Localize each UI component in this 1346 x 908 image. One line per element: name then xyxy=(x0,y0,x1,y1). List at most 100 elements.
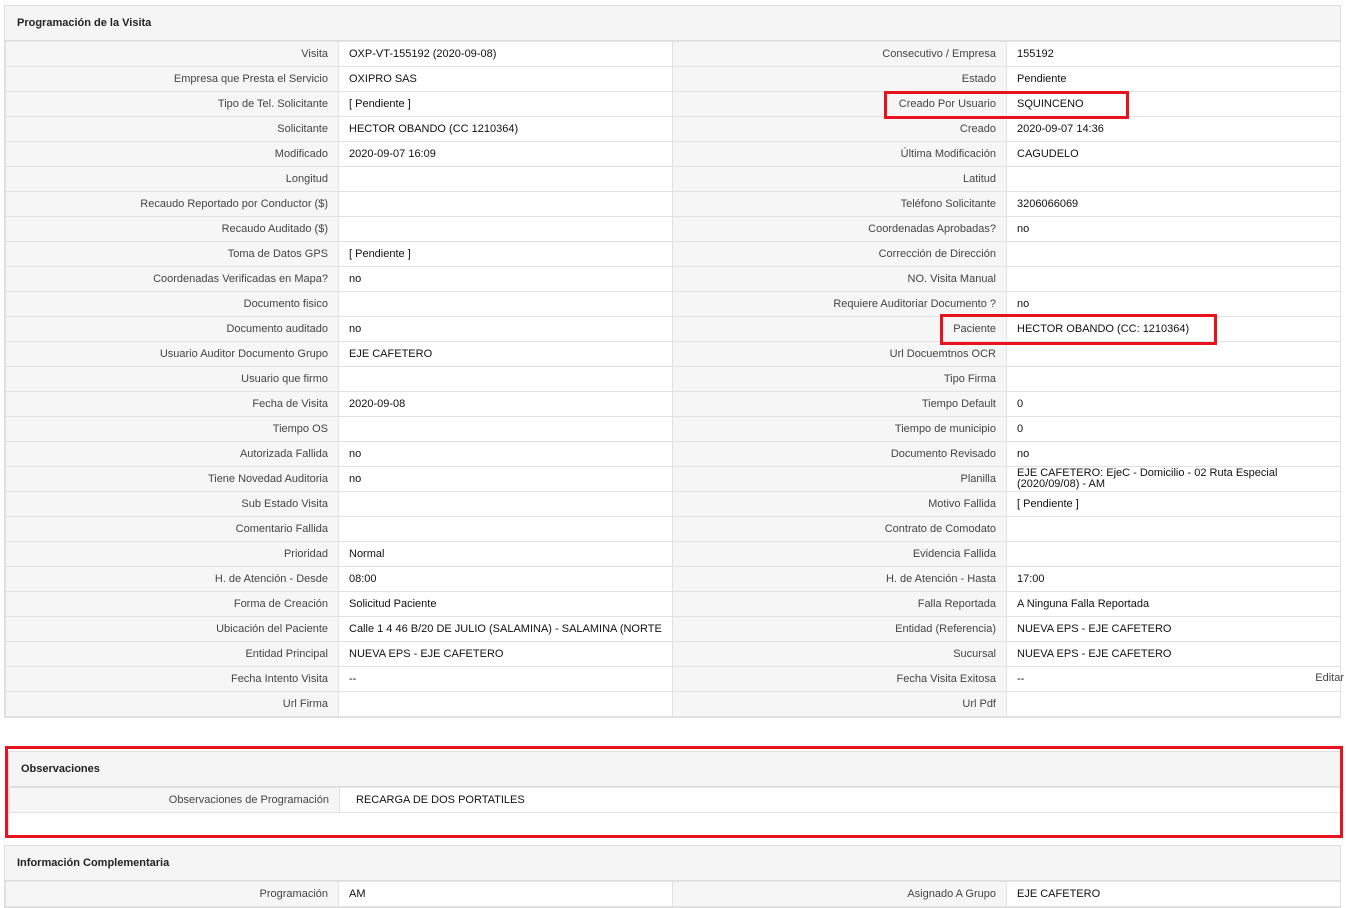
field-label: Prioridad xyxy=(5,541,339,567)
field-label: Motivo Fallida xyxy=(672,491,1007,517)
field-value: HECTOR OBANDO (CC: 1210364) xyxy=(1006,316,1341,342)
field-label: Longitud xyxy=(5,166,339,192)
field-value: [ Pendiente ] xyxy=(338,241,673,267)
field-value: Calle 1 4 46 B/20 DE JULIO (SALAMINA) - … xyxy=(338,616,673,642)
programacion-row: Empresa que Presta el Servicio OXIPRO SAS… xyxy=(5,66,1341,92)
field-label: Comentario Fallida xyxy=(5,516,339,542)
field-value: OXP-VT-155192 (2020-09-08) xyxy=(338,41,673,67)
field-value xyxy=(338,491,673,517)
field-label: Falla Reportada xyxy=(672,591,1007,617)
field-label: Entidad (Referencia) xyxy=(672,616,1007,642)
programacion-panel: Programación de la Visita Visita OXP-VT-1… xyxy=(4,5,1341,718)
field-value xyxy=(1006,241,1341,267)
field-value: [ Pendiente ] xyxy=(338,91,673,117)
observaciones-title: Observaciones xyxy=(9,752,1341,787)
field-value xyxy=(338,291,673,317)
programacion-row: Sub Estado Visita Motivo Fallida[ Pendien… xyxy=(5,491,1341,517)
field-value: Pendiente xyxy=(1006,66,1341,92)
field-value: 2020-09-07 14:36 xyxy=(1006,116,1341,142)
field-label: Tiempo Default xyxy=(672,391,1007,417)
field-value: 2020-09-08 xyxy=(338,391,673,417)
field-value xyxy=(338,366,673,392)
field-value: Solicitud Paciente xyxy=(338,591,673,617)
field-value: 08:00 xyxy=(338,566,673,592)
programacion-row: Recaudo Reportado por Conductor ($) Teléf… xyxy=(5,191,1341,217)
programacion-row: Recaudo Auditado ($) Coordenadas Aprobada… xyxy=(5,216,1341,242)
field-value xyxy=(1006,366,1341,392)
field-label: H. de Atención - Desde xyxy=(5,566,339,592)
field-value: HECTOR OBANDO (CC 1210364) xyxy=(338,116,673,142)
programacion-row: Fecha Intento Visita -- Fecha Visita Exit… xyxy=(5,666,1341,692)
field-value: no xyxy=(1006,291,1341,317)
field-value: no xyxy=(1006,216,1341,242)
field-label: Autorizada Fallida xyxy=(5,441,339,467)
field-value: SQUINCENO xyxy=(1006,91,1341,117)
field-label: Toma de Datos GPS xyxy=(5,241,339,267)
field-label: NO. Visita Manual xyxy=(672,266,1007,292)
field-label: Url Pdf xyxy=(672,691,1007,717)
field-label: Fecha Visita Exitosa xyxy=(672,666,1007,692)
field-value: -- xyxy=(338,666,673,692)
field-label: Forma de Creación xyxy=(5,591,339,617)
field-value: NUEVA EPS - EJE CAFETERO xyxy=(1006,616,1341,642)
field-value: AM xyxy=(338,881,673,907)
field-value: 2020-09-07 16:09 xyxy=(338,141,673,167)
edit-link[interactable]: Editar xyxy=(1315,672,1344,684)
field-label: Url Docuemtnos OCR xyxy=(672,341,1007,367)
field-value: 0 xyxy=(1006,416,1341,442)
field-label: Visita xyxy=(5,41,339,67)
field-value: 155192 xyxy=(1006,41,1341,67)
field-label: Paciente xyxy=(672,316,1007,342)
programacion-row: Tiempo OS Tiempo de municipio 0 xyxy=(5,416,1341,442)
field-label: Requiere Auditoriar Documento ? xyxy=(672,291,1007,317)
field-label: Url Firma xyxy=(5,691,339,717)
field-value: no xyxy=(338,266,673,292)
field-value: no xyxy=(1006,441,1341,467)
field-label: Documento Revisado xyxy=(672,441,1007,467)
programacion-row: Usuario que firmo Tipo Firma xyxy=(5,366,1341,392)
observaciones-label: Observaciones de Programación xyxy=(9,787,340,813)
programacion-row: Modificado 2020-09-07 16:09 Última Modific… xyxy=(5,141,1341,167)
field-label: Solicitante xyxy=(5,116,339,142)
field-value: NUEVA EPS - EJE CAFETERO xyxy=(1006,641,1341,667)
programacion-table: Visita OXP-VT-155192 (2020-09-08) Consecut… xyxy=(5,41,1341,717)
programacion-row: Visita OXP-VT-155192 (2020-09-08) Consecut… xyxy=(5,41,1341,67)
field-label: Tiempo de municipio xyxy=(672,416,1007,442)
field-label: Usuario Auditor Documento Grupo xyxy=(5,341,339,367)
field-label: Tipo de Tel. Solicitante xyxy=(5,91,339,117)
field-label: Sub Estado Visita xyxy=(5,491,339,517)
programacion-row: Entidad Principal NUEVA EPS - EJE CAFETER… xyxy=(5,641,1341,667)
field-value xyxy=(338,416,673,442)
programacion-row: Tipo de Tel. Solicitante[ Pendiente ] Cre… xyxy=(5,91,1341,117)
field-label: Teléfono Solicitante xyxy=(672,191,1007,217)
field-value xyxy=(1006,541,1341,567)
field-value: CAGUDELO xyxy=(1006,141,1341,167)
field-label: Creado xyxy=(672,116,1007,142)
field-label: Fecha Intento Visita xyxy=(5,666,339,692)
field-label: Tiene Novedad Auditoria xyxy=(5,466,339,492)
programacion-row: Documento auditado no Paciente HECTOR OBAN… xyxy=(5,316,1341,342)
field-value xyxy=(338,691,673,717)
programacion-row: Usuario Auditor Documento Grupo EJE CAFET… xyxy=(5,341,1341,367)
field-label: Tiempo OS xyxy=(5,416,339,442)
programacion-row: Tiene Novedad Auditoria no Planilla EJE CA… xyxy=(5,466,1341,492)
field-label: Latitud xyxy=(672,166,1007,192)
field-value xyxy=(338,166,673,192)
field-label: Última Modificación xyxy=(672,141,1007,167)
field-label: Tipo Firma xyxy=(672,366,1007,392)
complementaria-table: Programación AM Asignado A Grupo EJE CAFETE… xyxy=(5,881,1341,907)
field-value xyxy=(1006,691,1341,717)
programacion-row: Comentario Fallida Contrato de Comodato xyxy=(5,516,1341,542)
field-value: EJE CAFETERO: EjeC - Domicilio - 02 Ruta… xyxy=(1006,466,1341,492)
programacion-row: Documento fisico Requiere Auditoriar Docu… xyxy=(5,291,1341,317)
programacion-row: Forma de Creación Solicitud Paciente Falla… xyxy=(5,591,1341,617)
field-label: Consecutivo / Empresa xyxy=(672,41,1007,67)
field-label: Recaudo Reportado por Conductor ($) xyxy=(5,191,339,217)
field-label: Entidad Principal xyxy=(5,641,339,667)
programacion-row: Fecha de Visita 2020-09-08 Tiempo Default… xyxy=(5,391,1341,417)
field-label: Documento auditado xyxy=(5,316,339,342)
field-label: Empresa que Presta el Servicio xyxy=(5,66,339,92)
field-value: Normal xyxy=(338,541,673,567)
field-value: EJE CAFETERO xyxy=(1006,881,1341,907)
field-value xyxy=(338,191,673,217)
